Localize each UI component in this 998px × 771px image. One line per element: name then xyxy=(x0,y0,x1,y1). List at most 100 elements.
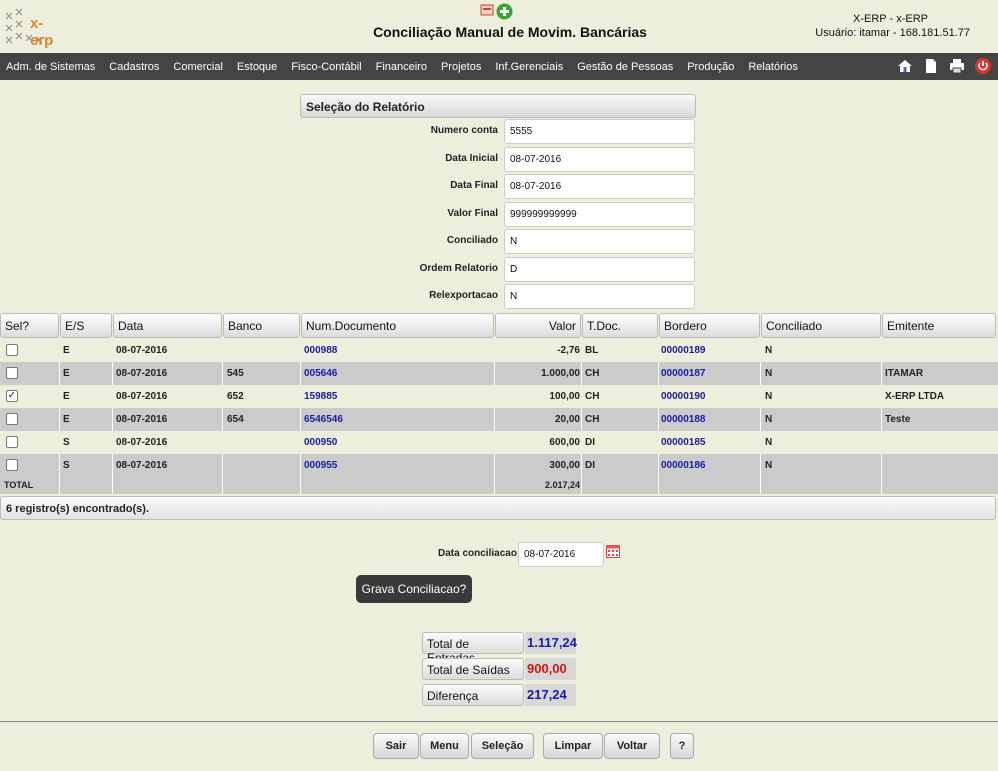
col-header-sel[interactable]: Sel? xyxy=(0,313,59,338)
limpar-button[interactable]: Limpar xyxy=(543,733,603,759)
form-row-data-inicial: Data Inicial 08-07-2016 xyxy=(300,147,696,172)
cell-bordero[interactable]: 00000188 xyxy=(661,408,706,431)
print-icon[interactable] xyxy=(948,57,966,75)
voltar-button[interactable]: Voltar xyxy=(604,733,660,759)
page-title: Conciliação Manual de Movim. Bancárias xyxy=(373,24,647,40)
calendar-icon[interactable] xyxy=(606,545,620,558)
cell-bordero[interactable]: 00000190 xyxy=(661,385,706,408)
add-icon[interactable] xyxy=(496,3,513,20)
cell-es: E xyxy=(63,345,70,356)
menu-financeiro[interactable]: Financeiro xyxy=(376,61,427,73)
column-separator xyxy=(300,362,301,385)
user-info: Usuário: itamar - 168.181.51.77 xyxy=(815,27,970,39)
data-conciliacao-input[interactable]: 08-07-2016 xyxy=(518,542,604,567)
page-header: x-erp Conciliação Manual de Movim. Bancá… xyxy=(0,0,998,53)
menu-comercial[interactable]: Comercial xyxy=(173,61,223,73)
cell-data: 08-07-2016 xyxy=(116,391,168,402)
cell-valor: 20,00 xyxy=(554,414,580,425)
menu-relatorios[interactable]: Relatórios xyxy=(748,61,798,73)
numero-conta-label: Numero conta xyxy=(430,125,498,136)
form-row-ordem-relatorio: Ordem Relatorio D xyxy=(300,257,696,282)
help-button[interactable]: ? xyxy=(670,733,694,759)
column-separator xyxy=(59,362,60,385)
menu-producao[interactable]: Produção xyxy=(687,61,734,73)
sair-button[interactable]: Sair xyxy=(373,733,419,759)
cell-bordero[interactable]: 00000186 xyxy=(661,454,706,477)
data-final-input[interactable]: 08-07-2016 xyxy=(504,174,695,199)
table-row: E 08-07-2016 000988 -2,76 BL 00000189 N xyxy=(0,339,998,362)
cell-num-documento[interactable]: 000988 xyxy=(304,339,337,362)
total-entradas-value: 1.117,24 xyxy=(525,632,577,654)
cell-num-documento[interactable]: 6546546 xyxy=(304,408,343,431)
valor-final-input[interactable]: 999999999999 xyxy=(504,202,695,227)
diferenca-label: Diferença xyxy=(422,684,524,706)
row-select-checkbox[interactable]: ✓ xyxy=(6,390,18,402)
row-select-checkbox[interactable] xyxy=(6,367,18,379)
row-select-checkbox[interactable] xyxy=(6,436,18,448)
valor-final-label: Valor Final xyxy=(447,208,498,219)
column-separator xyxy=(112,408,113,431)
col-header-tdoc[interactable]: T.Doc. xyxy=(582,313,658,338)
header-icons xyxy=(480,3,513,20)
menu-cadastros[interactable]: Cadastros xyxy=(109,61,159,73)
col-header-num-documento[interactable]: Num.Documento xyxy=(301,313,494,338)
col-header-es[interactable]: E/S xyxy=(60,313,112,338)
column-separator xyxy=(881,454,882,477)
menu-inf-gerenciais[interactable]: Inf.Gerenciais xyxy=(495,61,563,73)
document-icon[interactable] xyxy=(922,57,940,75)
cell-conciliado: N xyxy=(765,368,773,379)
col-header-conciliado[interactable]: Conciliado xyxy=(761,313,881,338)
col-header-valor[interactable]: Valor xyxy=(495,313,581,338)
relexportacao-input[interactable]: N xyxy=(504,284,695,309)
col-header-bordero[interactable]: Bordero xyxy=(659,313,760,338)
col-header-banco[interactable]: Banco xyxy=(223,313,300,338)
table-row: S 08-07-2016 000955 300,00 DI 00000186 N xyxy=(0,454,998,477)
cell-bordero[interactable]: 00000189 xyxy=(661,339,706,362)
cell-bordero[interactable]: 00000187 xyxy=(661,362,706,385)
total-saidas-value: 900,00 xyxy=(525,658,576,680)
conciliado-input[interactable]: N xyxy=(504,229,695,254)
main-menu: Adm. de Sistemas Cadastros Comercial Est… xyxy=(0,53,998,80)
report-icon[interactable] xyxy=(480,3,494,17)
total-label: TOTAL xyxy=(4,480,34,490)
col-header-data[interactable]: Data xyxy=(113,313,222,338)
row-select-checkbox[interactable] xyxy=(6,344,18,356)
xerp-logo: x-erp xyxy=(2,5,60,49)
menu-gestao-pessoas[interactable]: Gestão de Pessoas xyxy=(577,61,673,73)
cell-bordero[interactable]: 00000185 xyxy=(661,431,706,454)
total-entradas-label: Total de Entradas xyxy=(422,632,524,665)
menu-estoque[interactable]: Estoque xyxy=(237,61,277,73)
cell-num-documento[interactable]: 159885 xyxy=(304,385,337,408)
column-separator xyxy=(222,454,223,477)
menu-adm-sistemas[interactable]: Adm. de Sistemas xyxy=(6,61,95,73)
column-separator xyxy=(300,454,301,477)
records-found: 6 registro(s) encontrado(s). xyxy=(0,496,996,520)
column-separator xyxy=(581,454,582,477)
cell-tdoc: CH xyxy=(585,414,600,425)
cell-conciliado: N xyxy=(765,437,773,448)
form-row-data-final: Data Final 08-07-2016 xyxy=(300,174,696,199)
grava-conciliacao-button[interactable]: Grava Conciliacao? xyxy=(356,575,472,603)
numero-conta-input[interactable]: 5555 xyxy=(504,119,695,144)
col-header-emitente[interactable]: Emitente xyxy=(882,313,996,338)
cell-es: E xyxy=(63,391,70,402)
menu-fisco-contabil[interactable]: Fisco-Contábil xyxy=(291,61,361,73)
power-icon[interactable] xyxy=(974,57,992,75)
column-separator xyxy=(112,362,113,385)
data-inicial-input[interactable]: 08-07-2016 xyxy=(504,147,695,172)
cell-num-documento[interactable]: 000955 xyxy=(304,454,337,477)
row-select-checkbox[interactable] xyxy=(6,459,18,471)
cell-es: S xyxy=(63,460,70,471)
selecao-button[interactable]: Seleção xyxy=(471,733,534,759)
menu-projetos[interactable]: Projetos xyxy=(441,61,481,73)
cell-banco: 545 xyxy=(227,368,244,379)
cell-num-documento[interactable]: 005646 xyxy=(304,362,337,385)
form-row-valor-final: Valor Final 999999999999 xyxy=(300,202,696,227)
section-selecao-relatorio: Seleção do Relatório xyxy=(300,94,696,118)
cell-num-documento[interactable]: 000950 xyxy=(304,431,337,454)
row-select-checkbox[interactable] xyxy=(6,413,18,425)
home-icon[interactable] xyxy=(896,57,914,75)
menu-button[interactable]: Menu xyxy=(420,733,469,759)
ordem-relatorio-input[interactable]: D xyxy=(504,257,695,282)
table-row: S 08-07-2016 000950 600,00 DI 00000185 N xyxy=(0,431,998,454)
